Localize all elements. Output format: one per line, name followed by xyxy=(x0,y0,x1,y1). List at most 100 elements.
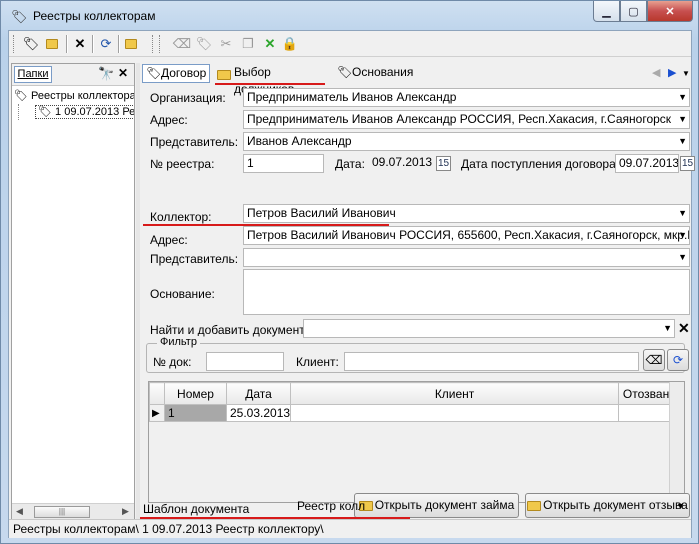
maximize-button[interactable]: ▢ xyxy=(620,1,647,22)
toolbar-separator xyxy=(92,35,94,53)
collector-field[interactable]: Петров Василий Иванович ▼ xyxy=(243,204,690,223)
date-label: Дата: xyxy=(335,157,365,171)
minimize-button[interactable]: ▁ xyxy=(593,1,620,22)
tag-arrow-icon[interactable]: 🏷 xyxy=(194,34,214,54)
toolbar: 🏷 ✕ ⟳ ⌫ 🏷 ✂ ❐ ✕ 🔒 xyxy=(9,31,691,57)
registry-number-field[interactable]: 1 xyxy=(243,154,324,173)
scroll-right-icon[interactable]: ▶ xyxy=(122,506,129,517)
chevron-down-icon[interactable]: ▼ xyxy=(663,320,672,337)
address-label: Адрес: xyxy=(150,113,188,127)
cell-client[interactable] xyxy=(290,404,620,422)
address-field[interactable]: Предприниматель Иванов Александр РОССИЯ,… xyxy=(243,110,690,129)
refresh-filter-button[interactable]: ⟳ xyxy=(667,349,689,371)
title-bar[interactable]: 🏷 Реестры коллекторам ▁ ▢ ✕ xyxy=(1,1,698,31)
template-label: Шаблон документа xyxy=(143,502,250,516)
toolbar-grip[interactable] xyxy=(152,35,155,53)
chevron-down-icon[interactable]: ▼ xyxy=(678,205,687,222)
chevron-down-icon[interactable]: ▼ xyxy=(678,249,687,266)
filter-title: Фильтр xyxy=(157,336,200,348)
open-folder-icon[interactable] xyxy=(43,34,63,54)
toolbar-grip[interactable] xyxy=(13,35,16,53)
tag-icon: 🏷 xyxy=(146,66,162,80)
client-area: 🏷 ✕ ⟳ ⌫ 🏷 ✂ ❐ ✕ 🔒 Папки 🔭 ✕ 🏷 Реестры ко… xyxy=(8,30,695,538)
doc-number-label: № док: xyxy=(153,355,192,369)
tree-item-root[interactable]: 🏷 Реестры коллекторам xyxy=(12,88,134,104)
chevron-down-icon[interactable]: ▼ xyxy=(678,89,687,106)
client-filter[interactable] xyxy=(344,352,639,371)
contract-date-field[interactable]: 09.07.2013 xyxy=(615,154,679,173)
grid-corner xyxy=(149,382,165,405)
calendar-icon[interactable]: 15 xyxy=(680,156,695,171)
representative-label: Представитель: xyxy=(150,135,239,149)
eraser-icon[interactable]: ⌫ xyxy=(172,34,192,54)
binoculars-icon[interactable]: 🔭 xyxy=(98,66,114,82)
representative-field[interactable]: Иванов Александр ▼ xyxy=(243,132,690,151)
table-row[interactable]: ▶ 1 25.03.2013 xyxy=(149,404,675,422)
tab-grounds[interactable]: 🏷 Основания xyxy=(334,64,414,83)
tag-icon[interactable]: 🏷 xyxy=(21,34,41,54)
find-document-field[interactable]: ▼ xyxy=(303,319,675,338)
folder-icon xyxy=(217,66,233,83)
tab-contract[interactable]: 🏷 Договор xyxy=(142,64,210,83)
collector-label: Коллектор: xyxy=(150,210,212,224)
scroll-thumb[interactable]: ||| xyxy=(34,506,90,518)
col-number[interactable]: Номер xyxy=(164,382,227,405)
document-tabs: 🏷Договор Выбор должников 🏷Основания ◀ ▶ … xyxy=(140,63,690,96)
folder-tree: 🏷 Реестры коллекторам 🏷 1 09.07.2013 Рее… xyxy=(12,88,134,120)
doc-number-filter[interactable] xyxy=(206,352,284,371)
delete-icon[interactable]: ✕ xyxy=(70,34,90,54)
tab-folders[interactable]: Папки xyxy=(14,66,52,83)
client-filter-label: Клиент: xyxy=(296,355,339,369)
tree-item-registry[interactable]: 🏷 1 09.07.2013 Реестр коллектору xyxy=(18,104,134,120)
basis-field[interactable] xyxy=(243,269,690,315)
tab-select-debtors[interactable]: Выбор должников xyxy=(214,64,332,96)
vertical-scrollbar[interactable] xyxy=(669,382,684,502)
tab-next-icon[interactable]: ▶ xyxy=(668,66,676,79)
refresh-icon[interactable]: ⟳ xyxy=(96,34,116,54)
cut-icon[interactable]: ✂ xyxy=(216,34,236,54)
col-date[interactable]: Дата xyxy=(225,382,292,405)
lock-icon[interactable]: 🔒 xyxy=(280,34,300,54)
close-pane-icon[interactable]: ✕ xyxy=(118,66,128,80)
col-revoked[interactable]: Отозван xyxy=(618,382,675,405)
chevron-down-icon[interactable]: ▼ xyxy=(678,133,687,150)
debtors-table: Номер Дата Клиент Отозван ▶ 1 25.03.2013 xyxy=(149,382,675,422)
chevron-down-icon[interactable]: ▼ xyxy=(678,111,687,128)
cell-number[interactable]: 1 xyxy=(164,404,227,422)
calendar-icon[interactable]: 15 xyxy=(436,156,451,171)
status-bar: Реестры коллекторам\ 1 09.07.2013 Реестр… xyxy=(9,519,691,538)
org-field[interactable]: Предприниматель Иванов Александр ▼ xyxy=(243,88,690,107)
tag-icon: 🏷 xyxy=(337,65,353,79)
template-field[interactable]: Реестр колл ▼ xyxy=(294,498,687,517)
row-indicator-icon: ▶ xyxy=(149,404,165,422)
folder-icon[interactable] xyxy=(122,34,142,54)
collector-representative-field[interactable]: ▼ xyxy=(243,248,690,267)
filter-group: Фильтр № док: Клиент: ⌫ ⟳ xyxy=(146,336,689,373)
check-icon[interactable]: ✕ xyxy=(260,34,280,54)
minimize-icon: ▁ xyxy=(602,5,611,18)
clear-search-icon[interactable]: ✕ xyxy=(678,320,690,337)
scroll-left-icon[interactable]: ◀ xyxy=(16,506,23,517)
col-client[interactable]: Клиент xyxy=(290,382,620,405)
chevron-down-icon[interactable]: ▼ xyxy=(676,498,685,515)
toolbar-separator xyxy=(66,35,68,53)
horizontal-scrollbar[interactable]: ◀ ||| ▶ xyxy=(12,503,134,520)
clear-filter-button[interactable]: ⌫ xyxy=(643,349,665,371)
folders-pane: Папки 🔭 ✕ 🏷 Реестры коллекторам 🏷 1 09.0… xyxy=(11,63,135,521)
folders-pane-header: Папки 🔭 ✕ xyxy=(12,64,134,86)
copy-icon[interactable]: ❐ xyxy=(238,34,258,54)
close-button[interactable]: ✕ xyxy=(647,1,693,22)
window-title: Реестры коллекторам xyxy=(33,9,156,23)
chevron-down-icon[interactable]: ▼ xyxy=(678,227,687,244)
collector-representative-label: Представитель: xyxy=(150,252,239,266)
org-label: Организация: xyxy=(150,91,226,105)
cell-date[interactable]: 25.03.2013 xyxy=(225,404,292,422)
toolbar-grip[interactable] xyxy=(159,35,162,53)
collector-address-field[interactable]: Петров Василий Иванович РОССИЯ, 655600, … xyxy=(243,226,690,245)
tag-icon: 🏷 xyxy=(38,106,52,118)
find-document-label: Найти и добавить документ: xyxy=(150,323,309,337)
registry-number-label: № реестра: xyxy=(150,157,215,171)
tab-menu-icon[interactable]: ▼ xyxy=(682,69,690,78)
tab-prev-icon[interactable]: ◀ xyxy=(652,66,660,79)
cell-revoked[interactable] xyxy=(618,404,675,422)
